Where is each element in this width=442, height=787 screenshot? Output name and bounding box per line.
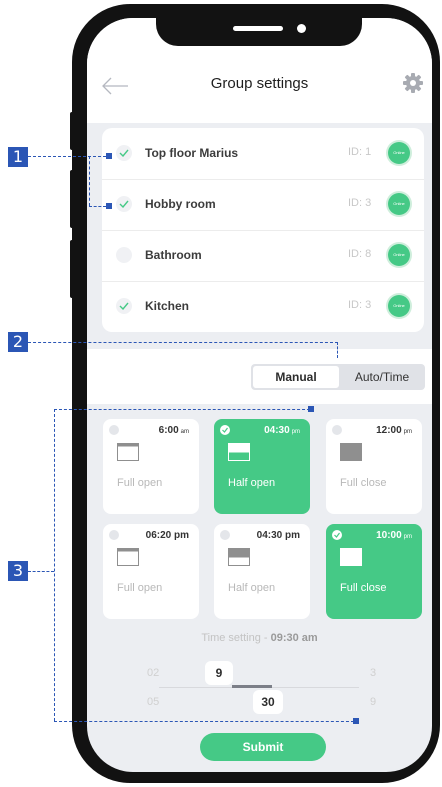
radio-circle-icon <box>220 530 230 540</box>
room-row[interactable]: Kitchen ID: 3 Online <box>102 281 424 332</box>
annotation-leader-line <box>89 156 90 206</box>
tile-ampm: pm <box>403 534 412 540</box>
annotation-3-label: 3 <box>8 561 28 581</box>
online-status-icon: Online <box>388 295 410 317</box>
online-status-icon: Online <box>388 142 410 164</box>
room-id: ID: 1 <box>348 146 372 158</box>
tile-label: Half open <box>228 582 276 594</box>
radio-circle-icon <box>109 425 119 435</box>
status-text: Online <box>393 252 405 257</box>
annotation-leader-line <box>54 409 310 410</box>
radio-circle-icon <box>109 530 119 540</box>
annotation-1-label: 1 <box>8 147 28 167</box>
mode-toggle: Manual Auto/Time <box>251 364 425 390</box>
hour-next[interactable]: 3 <box>370 667 376 679</box>
page-title: Group settings <box>210 75 309 92</box>
tile-time: 10:00 <box>376 530 402 541</box>
manual-tab[interactable]: Manual <box>253 366 339 388</box>
room-row[interactable]: Top floor Marius ID: 1 Online <box>102 128 424 180</box>
schedule-tile-selected[interactable]: 04:30 pm Half open <box>214 419 310 514</box>
gear-icon[interactable] <box>402 72 424 94</box>
hour-prev[interactable]: 02 <box>147 667 159 679</box>
minute-selected[interactable]: 30 <box>253 690 283 714</box>
time-setting-value: 09:30 am <box>270 632 318 644</box>
annotation-marker <box>106 203 112 209</box>
annotation-leader-line <box>89 206 106 207</box>
annotation-leader-line <box>54 409 55 721</box>
window-half-open-icon <box>228 548 250 566</box>
schedule-tile[interactable]: 6:00 am Full open <box>103 419 199 514</box>
tile-time: 04:30 <box>264 425 290 436</box>
tile-time: 6:00 <box>158 425 179 436</box>
tile-ampm: pm <box>403 429 412 435</box>
submit-button[interactable]: Submit <box>200 733 326 761</box>
tile-label: Full close <box>340 582 387 594</box>
check-icon[interactable] <box>116 145 132 161</box>
status-text: Online <box>393 303 405 308</box>
room-name: Top floor Marius <box>145 146 239 160</box>
schedule-tile-selected[interactable]: 10:00 pm Full close <box>326 524 422 619</box>
tile-label: Full close <box>340 477 387 489</box>
check-icon[interactable] <box>116 298 132 314</box>
room-name: Bathroom <box>145 248 202 262</box>
phone-notch <box>156 18 362 46</box>
tile-ampm: am <box>180 429 189 435</box>
tile-time: 06:20 pm <box>145 530 189 541</box>
time-setting-label: Time setting - <box>201 632 271 644</box>
annotation-marker <box>353 718 359 724</box>
online-status-icon: Online <box>388 193 410 215</box>
room-list: Top floor Marius ID: 1 Online Hobby room… <box>102 128 424 332</box>
status-text: Online <box>393 201 405 206</box>
tile-label: Half open <box>228 477 276 489</box>
tile-label: Full open <box>117 477 163 489</box>
annotation-leader-line <box>54 721 354 722</box>
speaker-grille <box>233 26 283 31</box>
time-setting-caption: Time setting - 09:30 am <box>87 632 432 644</box>
status-text: Online <box>393 150 405 155</box>
checked-circle-icon <box>332 530 342 540</box>
window-full-close-icon <box>340 548 362 566</box>
schedule-tile[interactable]: 04:30 pm Half open <box>214 524 310 619</box>
minute-next[interactable]: 9 <box>370 696 376 708</box>
tile-time: 04:30 pm <box>256 530 300 541</box>
room-id: ID: 8 <box>348 248 372 260</box>
schedule-tile[interactable]: 06:20 pm Full open <box>103 524 199 619</box>
radio-circle-icon <box>332 425 342 435</box>
window-full-open-icon <box>117 443 139 461</box>
annotation-leader-line <box>337 342 338 358</box>
camera-dot <box>297 24 306 33</box>
room-row[interactable]: Bathroom ID: 8 Online <box>102 230 424 282</box>
room-name: Kitchen <box>145 299 190 313</box>
hour-selected[interactable]: 9 <box>205 661 233 685</box>
room-id: ID: 3 <box>348 299 372 311</box>
schedule-tile[interactable]: 12:00 pm Full close <box>326 419 422 514</box>
annotation-marker <box>308 406 314 412</box>
tile-label: Full open <box>117 582 163 594</box>
room-name: Hobby room <box>145 197 216 211</box>
check-icon[interactable] <box>116 196 132 212</box>
window-half-open-icon <box>228 443 250 461</box>
window-full-close-icon <box>340 443 362 461</box>
online-status-icon: Online <box>388 244 410 266</box>
annotation-leader-line <box>28 342 338 343</box>
annotation-marker <box>106 153 112 159</box>
tile-time: 12:00 <box>376 425 402 436</box>
annotation-leader-line <box>28 571 54 572</box>
minute-prev[interactable]: 05 <box>147 696 159 708</box>
room-row[interactable]: Hobby room ID: 3 Online <box>102 179 424 231</box>
annotation-leader-line <box>28 156 106 157</box>
room-id: ID: 3 <box>348 197 372 209</box>
wheel-indicator <box>232 685 272 688</box>
annotation-2-label: 2 <box>8 332 28 352</box>
unchecked-circle-icon[interactable] <box>116 247 132 263</box>
window-full-open-icon <box>117 548 139 566</box>
tile-ampm: pm <box>291 429 300 435</box>
checked-circle-icon <box>220 425 230 435</box>
auto-time-tab[interactable]: Auto/Time <box>341 366 423 388</box>
phone-screen: Group settings Top floor Marius ID: 1 On <box>87 18 432 772</box>
